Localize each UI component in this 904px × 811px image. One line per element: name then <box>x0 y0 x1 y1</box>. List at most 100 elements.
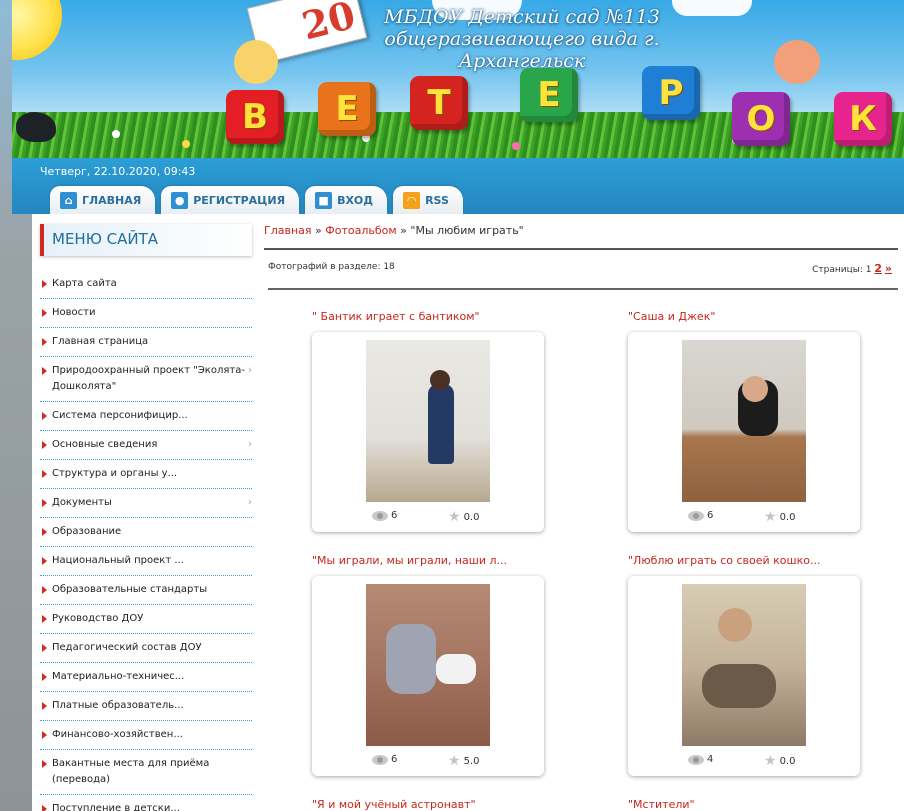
eye-icon <box>688 754 704 765</box>
letter-block: Т <box>410 76 468 130</box>
letter-block: Е <box>318 82 376 136</box>
photo-thumbnail[interactable] <box>366 340 490 502</box>
sidebar-menu-item[interactable]: Национальный проект ... <box>40 547 252 576</box>
photo-title[interactable]: "Я и мой учёный астронавт" <box>312 798 552 811</box>
photo-stats: 6 ★ 0.0 <box>312 508 544 526</box>
letter-block: К <box>834 92 892 146</box>
user-icon: ● <box>171 191 189 209</box>
sidebar-menu-item[interactable]: Образовательные стандарты <box>40 576 252 605</box>
sidebar-menu-item[interactable]: Финансово-хозяйствен... <box>40 721 252 750</box>
eye-icon <box>372 754 388 765</box>
photo-title[interactable]: "Люблю играть со своей кошко... <box>628 554 868 570</box>
sidebar-menu-item[interactable]: Материально-техничес... <box>40 663 252 692</box>
photo-stats: 6 ★ 0.0 <box>628 508 860 526</box>
nav-bar: Четверг, 22.10.2020, 09:43 ⌂ ГЛАВНАЯ ● Р… <box>12 158 904 214</box>
main-tabs: ⌂ ГЛАВНАЯ ● РЕГИСТРАЦИЯ ■ ВХОД ◠ RSS <box>50 186 463 214</box>
photo-title[interactable]: "Мстители" <box>628 798 868 811</box>
page-2-link[interactable]: 2 <box>874 262 882 275</box>
sidebar-menu-item[interactable]: Поступление в детски... <box>40 795 252 811</box>
tab-label: RSS <box>425 193 449 207</box>
photo-item: "Мы играли, мы играли, наши л... 6 ★ 5.0 <box>312 554 552 776</box>
content-area: МЕНЮ САЙТА Карта сайта Новости Главная стр… <box>32 214 904 811</box>
site-title-line1: МБДОУ Детский сад №113 <box>384 6 660 28</box>
photo-item: "Мстители" <box>628 798 868 811</box>
photo-title[interactable]: "Саша и Джек" <box>628 310 868 326</box>
doll-illustration <box>234 40 278 84</box>
sidebar-menu-item[interactable]: Документы › <box>40 489 252 518</box>
rating: 0.0 <box>779 755 796 767</box>
sidebar-menu-item[interactable]: Природоохранный проект "Эколята-Дошколят… <box>40 357 252 402</box>
pagination: Страницы: 1 2 » <box>812 262 892 275</box>
tab-label: ВХОД <box>337 193 374 207</box>
photo-thumbnail[interactable] <box>682 340 806 502</box>
star-icon: ★ <box>448 509 461 525</box>
star-icon: ★ <box>448 753 461 769</box>
sidebar-menu-item[interactable]: Новости <box>40 299 252 328</box>
sidebar-menu: МЕНЮ САЙТА Карта сайта Новости Главная стр… <box>40 224 252 811</box>
sidebar-menu-item[interactable]: Образование <box>40 518 252 547</box>
rating: 0.0 <box>463 511 480 523</box>
photo-card[interactable]: 6 ★ 0.0 <box>312 332 544 532</box>
sidebar-menu-item[interactable]: Педагогический состав ДОУ <box>40 634 252 663</box>
rss-icon: ◠ <box>403 191 421 209</box>
photo-card[interactable]: 4 ★ 0.0 <box>628 576 860 776</box>
tab-login[interactable]: ■ ВХОД <box>305 186 388 214</box>
doll-illustration <box>774 40 820 84</box>
photo-title[interactable]: "Мы играли, мы играли, наши л... <box>312 554 552 570</box>
photo-card[interactable]: 6 ★ 5.0 <box>312 576 544 776</box>
letter-block: Р <box>642 66 700 120</box>
sidebar-menu-item[interactable]: Главная страница <box>40 328 252 357</box>
menu-heading: МЕНЮ САЙТА <box>40 224 252 256</box>
sun-illustration <box>12 0 62 60</box>
tab-label: РЕГИСТРАЦИЯ <box>193 193 286 207</box>
tab-home[interactable]: ⌂ ГЛАВНАЯ <box>50 186 156 214</box>
star-icon: ★ <box>764 753 777 769</box>
photo-item: "Я и мой учёный астронавт" <box>312 798 552 811</box>
site-wrapper: 20 МБДОУ Детский сад №113 общеразвивающе… <box>12 0 904 811</box>
view-count: 6 <box>707 510 714 521</box>
home-icon: ⌂ <box>60 191 77 209</box>
star-icon: ★ <box>764 509 777 525</box>
rating: 0.0 <box>779 511 796 523</box>
menu-list: Карта сайта Новости Главная страница Природ… <box>40 270 252 811</box>
sidebar-menu-item[interactable]: Вакантные места для приёма (перевода) <box>40 750 252 795</box>
breadcrumb-albums-link[interactable]: Фотоальбом <box>325 224 396 237</box>
photo-thumbnail[interactable] <box>366 584 490 746</box>
photo-item: " Бантик играет с бантиком" 6 ★ 0.0 <box>312 310 552 532</box>
view-count: 6 <box>391 510 398 521</box>
letter-block: О <box>732 92 790 146</box>
sidebar-menu-item[interactable]: Платные образователь... <box>40 692 252 721</box>
current-date: Четверг, 22.10.2020, 09:43 <box>40 165 196 178</box>
rating: 5.0 <box>463 755 480 767</box>
view-count: 4 <box>707 754 714 765</box>
letter-block: В <box>226 90 284 144</box>
photo-card[interactable]: 6 ★ 0.0 <box>628 332 860 532</box>
photo-stats: 6 ★ 5.0 <box>312 752 544 770</box>
sidebar-menu-item[interactable]: Структура и органы у... <box>40 460 252 489</box>
breadcrumb: Главная » Фотоальбом » "Мы любим играть" <box>264 224 898 250</box>
breadcrumb-home-link[interactable]: Главная <box>264 224 312 237</box>
flower-icon <box>112 130 120 138</box>
tab-registration[interactable]: ● РЕГИСТРАЦИЯ <box>161 186 300 214</box>
page-current: 1 <box>865 265 872 275</box>
sidebar-menu-item[interactable]: Система персонифицир... <box>40 402 252 431</box>
tab-label: ГЛАВНАЯ <box>82 193 142 207</box>
eye-icon <box>688 510 704 521</box>
flower-icon <box>182 140 190 148</box>
lock-icon: ■ <box>315 191 333 209</box>
sidebar-menu-item[interactable]: Основные сведения › <box>40 431 252 460</box>
photo-thumbnail[interactable] <box>682 584 806 746</box>
album-info: Фотографий в разделе: 18 Страницы: 1 2 » <box>268 250 898 290</box>
sidebar-menu-item[interactable]: Карта сайта <box>40 270 252 299</box>
breadcrumb-current: "Мы любим играть" <box>410 224 524 237</box>
tab-rss[interactable]: ◠ RSS <box>393 186 463 214</box>
photo-item: "Саша и Джек" 6 ★ 0.0 <box>628 310 868 532</box>
eye-icon <box>372 510 388 521</box>
next-page-link[interactable]: » <box>885 262 892 275</box>
sidebar-menu-item[interactable]: Руководство ДОУ <box>40 605 252 634</box>
photo-count: Фотографий в разделе: 18 <box>268 262 395 272</box>
photo-title[interactable]: " Бантик играет с бантиком" <box>312 310 552 326</box>
photo-stats: 4 ★ 0.0 <box>628 752 860 770</box>
flower-icon <box>512 142 520 150</box>
bird-illustration <box>16 112 56 142</box>
